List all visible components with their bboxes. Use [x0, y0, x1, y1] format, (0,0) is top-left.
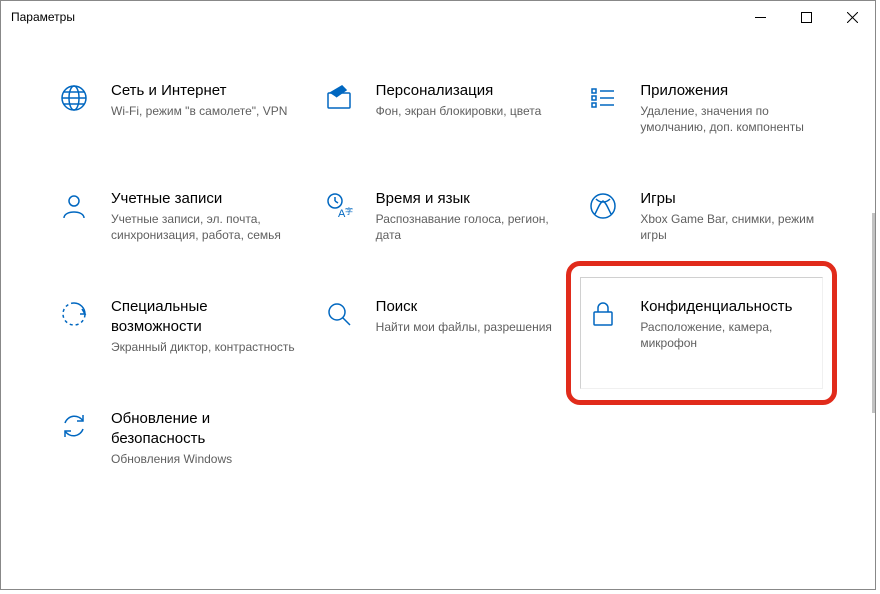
search-icon: [320, 297, 358, 329]
cutoff-label: iPhone: [638, 33, 675, 35]
tile-title: Игры: [640, 189, 825, 209]
tile-desc: Учетные записи, эл. почта, синхронизация…: [111, 211, 296, 243]
tile-title: Сеть и Интернет: [111, 81, 287, 101]
tile-privacy[interactable]: Конфиденциальность Расположение, камера,…: [580, 291, 835, 361]
lock-icon: [584, 297, 622, 329]
maximize-button[interactable]: [783, 1, 829, 33]
tile-desc: Xbox Game Bar, снимки, режим игры: [640, 211, 825, 243]
xbox-icon: [584, 189, 622, 221]
close-button[interactable]: [829, 1, 875, 33]
window-title: Параметры: [11, 10, 75, 24]
tile-ease-of-access[interactable]: Специальные возможности Экранный диктор,…: [51, 291, 306, 361]
tile-desc: Найти мои файлы, разрешения: [376, 319, 552, 335]
tile-title: Приложения: [640, 81, 825, 101]
tile-desc: Фон, экран блокировки, цвета: [376, 103, 542, 119]
time-language-icon: A 字: [320, 189, 358, 221]
tile-search[interactable]: Поиск Найти мои файлы, разрешения: [316, 291, 571, 361]
tile-desc: Экранный диктор, контрастность: [111, 339, 296, 355]
content-area: питание iPhone Сеть и Инт: [1, 33, 875, 589]
tile-title: Персонализация: [376, 81, 542, 101]
tile-network[interactable]: Сеть и Интернет Wi-Fi, режим "в самолете…: [51, 75, 306, 141]
list-icon: [584, 81, 622, 113]
tile-title: Конфиденциальность: [640, 297, 825, 317]
tile-title: Время и язык: [376, 189, 561, 209]
sync-icon: [55, 409, 93, 441]
settings-window: Параметры питание iPhone: [0, 0, 876, 590]
tile-desc: Расположение, камера, микрофон: [640, 319, 825, 351]
cutoff-label: питание: [109, 33, 154, 35]
tile-title: Учетные записи: [111, 189, 296, 209]
tile-title: Специальные возможности: [111, 297, 296, 337]
titlebar[interactable]: Параметры: [1, 1, 875, 33]
tile-desc: Wi-Fi, режим "в самолете", VPN: [111, 103, 287, 119]
tile-personalization[interactable]: Персонализация Фон, экран блокировки, цв…: [316, 75, 571, 141]
ease-of-access-icon: [55, 297, 93, 329]
tile-accounts[interactable]: Учетные записи Учетные записи, эл. почта…: [51, 183, 306, 249]
minimize-button[interactable]: [737, 1, 783, 33]
window-controls: [737, 1, 875, 33]
tile-desc: Обновления Windows: [111, 451, 296, 467]
scrollbar[interactable]: [872, 213, 875, 413]
tile-desc: Распознавание голоса, регион, дата: [376, 211, 561, 243]
tile-time-language[interactable]: A 字 Время и язык Распознавание голоса, р…: [316, 183, 571, 249]
tile-apps[interactable]: Приложения Удаление, значения по умолчан…: [580, 75, 835, 141]
tile-title: Поиск: [376, 297, 552, 317]
cutoff-item-right: iPhone: [580, 33, 835, 63]
tile-title: Обновление и безопасность: [111, 409, 296, 449]
person-icon: [55, 189, 93, 221]
globe-icon: [55, 81, 93, 113]
categories-grid: питание iPhone Сеть и Инт: [1, 33, 875, 493]
cutoff-item-left: питание: [51, 33, 306, 63]
paintbrush-icon: [320, 81, 358, 113]
tile-update-security[interactable]: Обновление и безопасность Обновления Win…: [51, 403, 306, 473]
tile-desc: Удаление, значения по умолчанию, доп. ко…: [640, 103, 825, 135]
svg-text:字: 字: [345, 206, 353, 216]
tile-gaming[interactable]: Игры Xbox Game Bar, снимки, режим игры: [580, 183, 835, 249]
